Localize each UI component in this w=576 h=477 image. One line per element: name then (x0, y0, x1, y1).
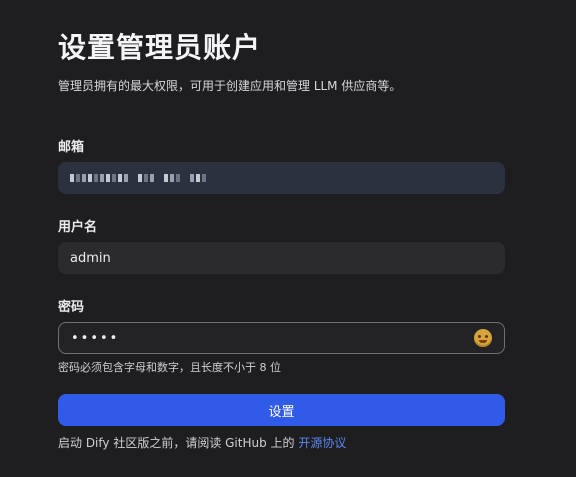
footer-notice: 启动 Dify 社区版之前，请阅读 GitHub 上的 开源协议 (58, 434, 346, 451)
username-label: 用户名 (58, 220, 98, 235)
password-field[interactable]: ••••• (58, 322, 505, 354)
emoji-face-icon[interactable] (474, 329, 492, 347)
page-title: 设置管理员账户 (58, 31, 262, 64)
submit-button[interactable]: 设置 (58, 394, 505, 426)
email-label: 邮箱 (58, 140, 85, 155)
username-value: admin (70, 250, 111, 266)
footer-text: 启动 Dify 社区版之前，请阅读 GitHub 上的 (58, 436, 299, 450)
password-hint: 密码必须包含字母和数字，且长度不小于 8 位 (58, 361, 281, 374)
username-field[interactable]: admin (58, 242, 505, 274)
page-subtitle: 管理员拥有的最大权限，可用于创建应用和管理 LLM 供应商等。 (58, 79, 402, 93)
email-field[interactable] (58, 162, 505, 194)
setup-admin-page: 设置管理员账户 管理员拥有的最大权限，可用于创建应用和管理 LLM 供应商等。 … (0, 0, 576, 477)
license-link[interactable]: 开源协议 (298, 436, 346, 450)
password-label: 密码 (58, 300, 85, 315)
password-value: ••••• (71, 330, 120, 346)
email-value-pixelated (70, 174, 206, 182)
